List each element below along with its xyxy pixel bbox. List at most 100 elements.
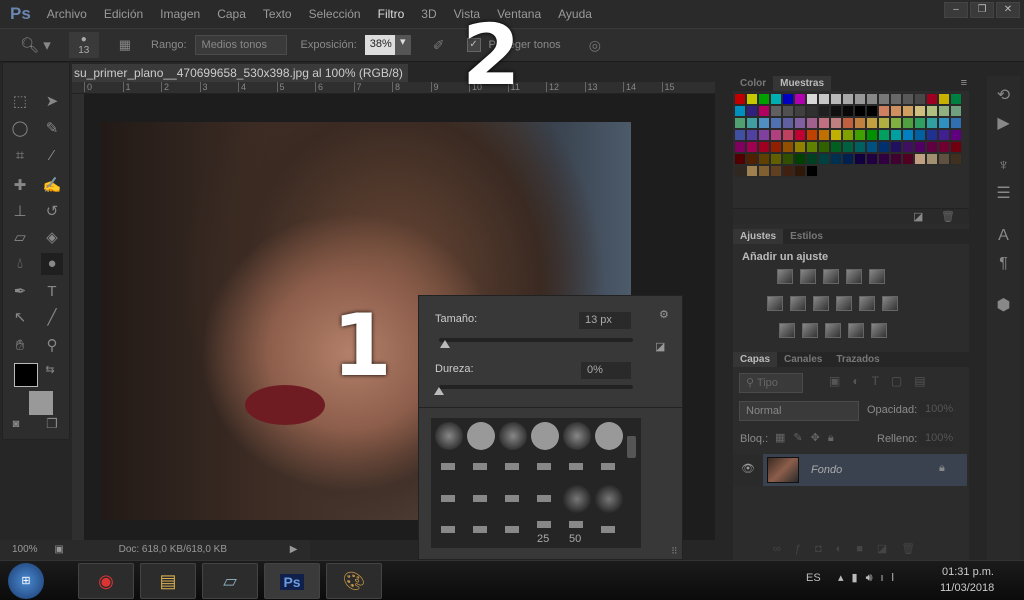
color-swatch[interactable]: [782, 141, 794, 153]
tab-paths[interactable]: Trazados: [829, 352, 886, 367]
color-swatch[interactable]: [938, 117, 950, 129]
brush-preset[interactable]: [441, 463, 455, 470]
adjustment-icon[interactable]: [767, 296, 783, 311]
color-swatch[interactable]: [854, 93, 866, 105]
color-swatch[interactable]: [842, 117, 854, 129]
color-swatch[interactable]: [878, 117, 890, 129]
color-swatch[interactable]: [866, 117, 878, 129]
color-swatch[interactable]: [854, 141, 866, 153]
chrome-icon[interactable]: ◉: [78, 563, 134, 599]
color-swatch[interactable]: [818, 105, 830, 117]
resize-grip-icon[interactable]: ⠿: [671, 546, 678, 557]
quick-selection-tool-icon[interactable]: ✎: [41, 118, 63, 140]
start-button[interactable]: ⊞: [8, 563, 44, 599]
color-swatch[interactable]: [758, 141, 770, 153]
swap-colors-icon[interactable]: ⇆: [39, 359, 61, 381]
color-swatch[interactable]: [914, 93, 926, 105]
color-swatch[interactable]: [758, 117, 770, 129]
color-swatch[interactable]: [890, 153, 902, 165]
color-swatch[interactable]: [830, 117, 842, 129]
brush-preset[interactable]: [499, 422, 527, 450]
color-swatch[interactable]: [734, 105, 746, 117]
color-swatch[interactable]: [854, 153, 866, 165]
adjustment-icon[interactable]: [825, 323, 841, 338]
brush-preset-picker[interactable]: ● 13: [68, 32, 99, 58]
adjustment-icon[interactable]: [869, 269, 885, 284]
gear-icon[interactable]: ⚙: [659, 308, 669, 321]
hardness-input[interactable]: 0%: [581, 362, 631, 379]
color-swatch[interactable]: [758, 129, 770, 141]
dodge-burn-tool-icon[interactable]: 🔍︎ ▾: [20, 36, 51, 54]
color-swatch[interactable]: [902, 93, 914, 105]
color-swatch[interactable]: [938, 153, 950, 165]
color-swatch[interactable]: [842, 129, 854, 141]
airbrush-icon[interactable]: ✐: [433, 37, 445, 54]
color-swatch[interactable]: [806, 105, 818, 117]
color-swatch[interactable]: [842, 141, 854, 153]
color-swatch[interactable]: [734, 117, 746, 129]
brush-preset[interactable]: [505, 463, 519, 470]
color-swatch[interactable]: [806, 141, 818, 153]
brush-preset[interactable]: [473, 463, 487, 470]
menu-capa[interactable]: Capa: [217, 7, 246, 21]
status-arrow-icon[interactable]: ▶: [290, 544, 298, 555]
adjustment-icon[interactable]: [777, 269, 793, 284]
menu-selección[interactable]: Selección: [309, 7, 361, 21]
tab-swatches[interactable]: Muestras: [773, 76, 832, 91]
color-swatch[interactable]: [794, 141, 806, 153]
color-swatch[interactable]: [734, 165, 746, 177]
color-swatch[interactable]: [890, 117, 902, 129]
color-swatch[interactable]: [806, 153, 818, 165]
color-swatch[interactable]: [914, 153, 926, 165]
color-swatch[interactable]: [782, 117, 794, 129]
adjustment-icon[interactable]: [859, 296, 875, 311]
brush-preset[interactable]: [473, 495, 487, 502]
color-swatch[interactable]: [914, 129, 926, 141]
color-swatch[interactable]: [830, 93, 842, 105]
color-swatch[interactable]: [818, 93, 830, 105]
menu-edición[interactable]: Edición: [104, 7, 143, 21]
adjustment-icon[interactable]: [871, 323, 887, 338]
color-swatch[interactable]: [938, 105, 950, 117]
marquee-tool-icon[interactable]: ⬚: [9, 91, 31, 113]
clock-date[interactable]: 11/03/2018: [940, 582, 994, 594]
color-swatch[interactable]: [830, 153, 842, 165]
background-color-swatch[interactable]: [29, 391, 53, 415]
color-swatch[interactable]: [818, 117, 830, 129]
menu-imagen[interactable]: Imagen: [160, 7, 200, 21]
color-swatch[interactable]: [878, 153, 890, 165]
eyedropper-tool-icon[interactable]: ⁄: [41, 145, 63, 167]
brush-preset[interactable]: [595, 485, 623, 513]
color-swatch[interactable]: [806, 93, 818, 105]
tab-channels[interactable]: Canales: [777, 352, 829, 367]
healing-brush-tool-icon[interactable]: ✚: [9, 175, 31, 197]
adjustment-icon[interactable]: [848, 323, 864, 338]
color-swatch[interactable]: [842, 93, 854, 105]
color-swatch[interactable]: [926, 117, 938, 129]
color-swatch[interactable]: [782, 105, 794, 117]
paint-bucket-tool-icon[interactable]: ◈: [41, 227, 63, 249]
color-swatch[interactable]: [902, 141, 914, 153]
adjustment-icon[interactable]: [800, 269, 816, 284]
path-selection-tool-icon[interactable]: ↖: [9, 307, 31, 329]
color-swatch[interactable]: [890, 93, 902, 105]
exposure-dropdown[interactable]: ▾: [394, 35, 411, 55]
color-swatch[interactable]: [878, 141, 890, 153]
layer-actions[interactable]: ∞ƒ◘◐■◪🗑︎: [773, 542, 929, 555]
menu-texto[interactable]: Texto: [263, 7, 292, 21]
color-swatch[interactable]: [746, 117, 758, 129]
history-brush-tool-icon[interactable]: ↺: [41, 201, 63, 223]
color-swatch[interactable]: [950, 93, 962, 105]
presets-scrollbar[interactable]: [627, 436, 636, 458]
language-indicator[interactable]: ES: [806, 572, 821, 584]
color-swatch[interactable]: [902, 153, 914, 165]
adjustment-icon[interactable]: [846, 269, 862, 284]
blur-tool-icon[interactable]: 💧︎: [9, 253, 31, 275]
color-swatch[interactable]: [734, 141, 746, 153]
color-swatch[interactable]: [854, 117, 866, 129]
size-input[interactable]: 13 px: [579, 312, 631, 329]
color-swatch[interactable]: [782, 165, 794, 177]
brush-preset[interactable]: [601, 463, 615, 470]
color-swatch[interactable]: [734, 153, 746, 165]
brush-preset[interactable]: [537, 495, 551, 502]
